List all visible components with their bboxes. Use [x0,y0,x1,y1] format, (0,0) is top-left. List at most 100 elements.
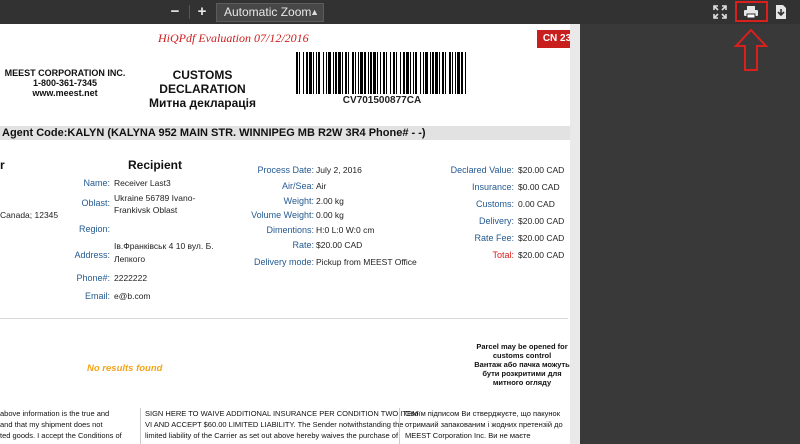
recipient-email: e@b.com [114,291,151,301]
recipient-phone: 2222222 [114,273,148,283]
footer-right-text: Своїм підписом Ви стверджуєте, що пакуно… [405,408,563,441]
barcode-bar [425,52,428,94]
barcode-bar [360,52,363,94]
agent-line: Agent Code:KALYN (KALYNA 952 MAIN STR. W… [2,127,426,139]
zoom-select[interactable]: Automatic Zoom ▲ [216,3,324,22]
parcel-note-uk-3: митного огляду [492,378,552,387]
footer-middle-line: SIGN HERE TO WAIVE ADDITIONAL INSURANCE … [145,409,419,418]
company-name: MEEST CORPORATION INC. [4,68,126,78]
barcode-bar [383,52,385,94]
barcode-bar [355,52,356,94]
zoom-in-button[interactable]: + [192,3,212,21]
customs-label: Customs: [475,199,514,209]
tracking-number: CV701500877CA [342,95,422,106]
barcode-bar [328,52,331,94]
barcode-bar [303,52,304,94]
footer-right-line: отримаий запакованим і жодних претензій … [405,420,563,429]
footer-middle-text: SIGN HERE TO WAIVE ADDITIONAL INSURANCE … [145,408,418,441]
barcode-bar [406,52,409,94]
barcode-bar [410,52,411,94]
rate-value: $20.00 CAD [316,240,363,250]
barcode-bar [326,52,327,94]
recipient-heading: Recipient [128,158,183,172]
toolbar-divider [189,5,190,19]
barcode-bar [420,52,421,94]
barcode-bar [423,52,424,94]
barcode-bar [380,52,381,94]
recipient-address-line1: Ів.Франківськ 4 10 вул. Б. [114,241,214,251]
evaluation-watermark: HiQPdf Evaluation 07/12/2016 [158,31,309,45]
barcode-bar [309,52,312,94]
title-ukrainian: Митна декларація [149,96,256,110]
company-phone: 1-800-361-7345 [32,78,98,88]
footer-left-line: above information is the true and [0,409,110,418]
footer-divider [399,408,400,444]
barcode-bar [413,52,414,94]
volume-weight-value: 0.00 kg [316,210,344,220]
sender-heading: r [0,158,5,172]
footer-middle-line: VI AND ACCEPT $60.00 LIMITED LIABILITY. … [145,420,404,429]
zoom-out-button[interactable]: − [165,3,185,21]
barcode-bar [415,52,417,94]
dimensions-value: H:0 L:0 W:0 cm [316,225,375,235]
barcode-bar [449,52,451,94]
insurance-value: $0.00 CAD [518,182,560,192]
recipient-oblast-line1: Ukraine 56789 Ivano- [114,193,196,203]
footer-divider [140,408,141,444]
document-title: CUSTOMS DECLARATION Митна декларація [130,68,275,110]
barcode-bar [318,52,320,94]
barcode-bar [396,52,397,94]
section-divider [0,318,568,319]
barcode-bar [445,52,446,94]
barcode-bar [430,52,431,94]
barcode-bar [457,52,460,94]
barcode-bar [370,52,372,94]
delivery-mode-value: Pickup from MEEST Office [316,257,417,267]
delivery-label: Delivery: [478,216,514,226]
recipient-email-label: Email: [84,291,110,301]
airsea-value: Air [316,181,327,191]
barcode-bar [368,52,369,94]
recipient-phone-label: Phone#: [76,273,110,283]
print-highlight-box [735,1,768,22]
barcode-bar [461,52,463,94]
delivery-mode-label: Delivery mode: [253,257,314,267]
barcode-bar [465,52,466,94]
barcode-bar [432,52,434,94]
no-results-message: No results found [87,363,163,374]
barcode-bar [439,52,440,94]
rate-fee-value: $20.00 CAD [518,233,565,243]
recipient-oblast-line2: Frankivsk Oblast [114,205,178,215]
footer-left-text: above information is the true and and th… [0,408,122,441]
barcode-bar [386,52,387,94]
dimensions-label: Dimentions: [266,225,314,235]
recipient-address-label: Address: [74,250,110,260]
recipient-address-line2: Лепкого [114,254,146,264]
barcode-bar [364,52,366,94]
rate-fee-label: Rate Fee: [474,233,514,243]
airsea-label: Air/Sea: [281,181,314,191]
company-website: www.meest.net [32,88,98,98]
barcode-bar [335,52,337,94]
agent-bar: Agent Code:KALYN (KALYNA 952 MAIN STR. W… [0,126,570,140]
fullscreen-icon[interactable] [712,4,728,20]
barcode-bar [299,52,300,94]
barcode-bar [323,52,324,94]
download-icon[interactable] [773,4,789,20]
process-date-label: Process Date: [257,165,314,175]
recipient-region-label: Region: [78,224,110,234]
company-block: MEEST CORPORATION INC. 1-800-361-7345 ww… [0,68,130,98]
declared-value: $20.00 CAD [518,165,565,175]
parcel-note-en-1: Parcel may be opened for [476,342,568,351]
volume-weight-label: Volume Weight: [251,210,314,220]
page-scrollbar[interactable] [570,24,580,444]
barcode-bar [352,52,354,94]
zoom-select-value: Automatic Zoom [224,5,312,19]
rate-label: Rate: [292,240,314,250]
up-arrow-annotation [734,28,768,71]
recipient-name-label: Name: [83,178,110,188]
footer-left-line: ted goods. I accept the Conditions of [0,431,122,440]
barcode-bar [442,52,444,94]
barcode-bar [452,52,453,94]
footer-right-line: MEEST Corporation Inc. Ви не маєте [405,431,531,440]
